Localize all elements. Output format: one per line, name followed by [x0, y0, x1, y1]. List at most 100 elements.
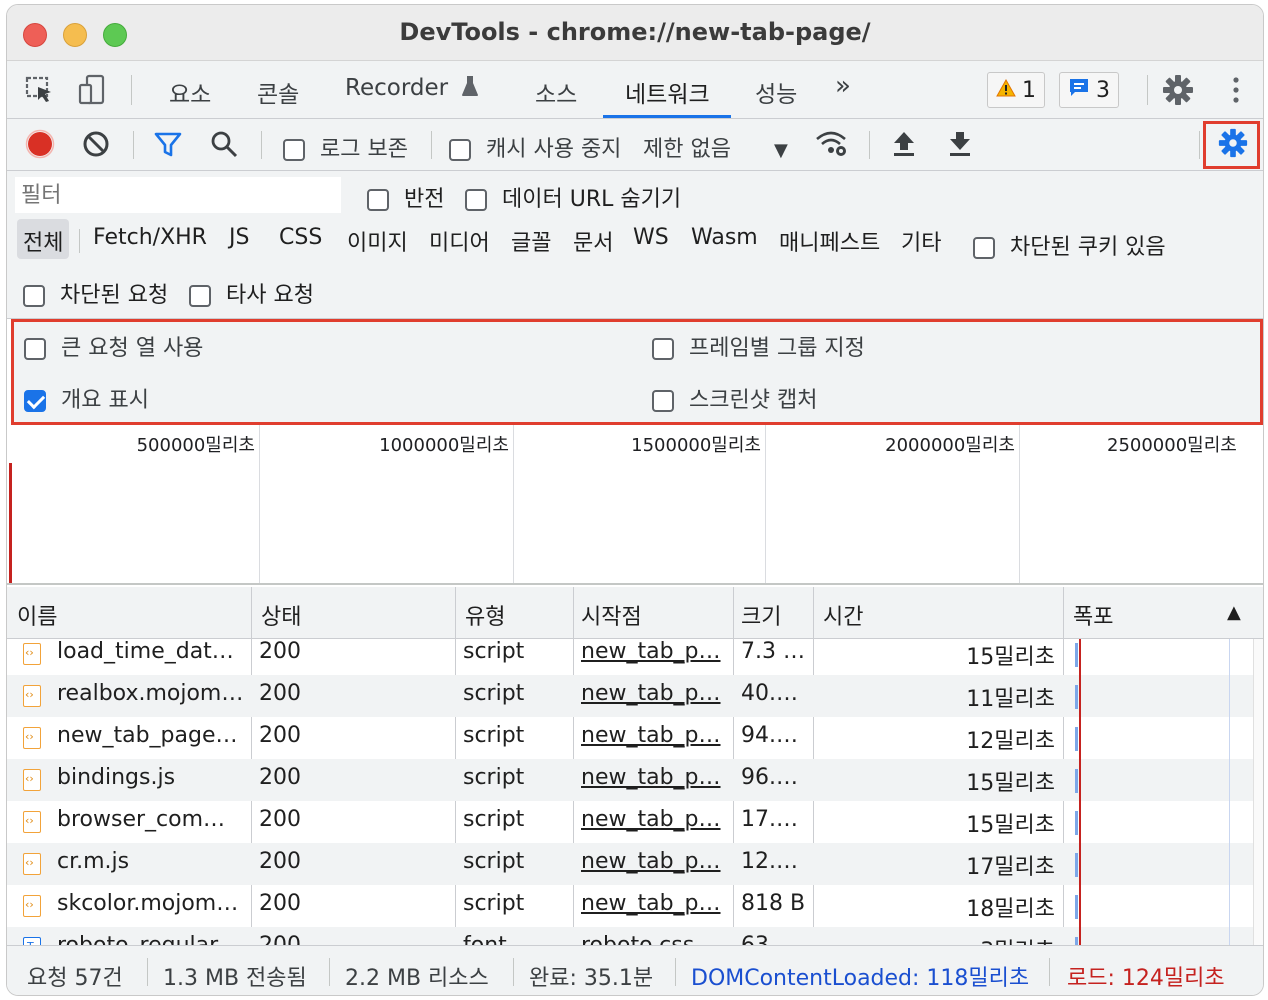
column-header-time[interactable]: 시간 [823, 599, 863, 631]
window-title: DevTools - chrome://new-tab-page/ [399, 18, 871, 46]
type-filter-other[interactable]: 기타 [895, 219, 947, 259]
cell-initiator[interactable]: new_tab_p… [581, 723, 727, 748]
tab-console[interactable]: 콘솔 [257, 75, 299, 109]
more-tabs-button[interactable]: » [835, 71, 851, 101]
table-row[interactable]: roboto_regular… 200 font roboto.css 63.… 3밀리초 [7, 927, 1253, 945]
record-button[interactable] [25, 129, 55, 165]
third-party-checkbox[interactable]: 타사 요청 [189, 277, 314, 309]
table-row[interactable]: skcolor.mojom… 200 script new_tab_p… 818 B 18… [7, 885, 1253, 927]
type-filter-doc[interactable]: 문서 [567, 219, 619, 259]
cell-initiator[interactable]: new_tab_p… [581, 681, 727, 706]
type-filter-ws[interactable]: WS [627, 219, 675, 259]
cell-size: 96.… [741, 765, 798, 790]
hide-data-urls-box[interactable] [465, 189, 487, 211]
tab-network[interactable]: 네트워크 [625, 75, 710, 109]
overview-tick-label: 2000000밀리초 [885, 435, 1015, 456]
cell-initiator[interactable]: new_tab_p… [581, 807, 727, 832]
table-row[interactable]: load_time_dat… 200 script new_tab_p… 7.3 … 15… [7, 639, 1253, 675]
type-filter-css[interactable]: CSS [273, 219, 328, 259]
blocked-cookies-box[interactable] [973, 237, 995, 259]
type-filter-manifest[interactable]: 매니페스트 [773, 219, 886, 259]
type-filter-media[interactable]: 미디어 [423, 219, 496, 259]
waterfall-bar [1075, 727, 1078, 751]
export-har-icon[interactable] [945, 129, 975, 165]
blocked-requests-box[interactable] [23, 285, 45, 307]
tab-recorder[interactable]: Recorder [345, 75, 479, 103]
cell-initiator[interactable]: new_tab_p… [581, 891, 727, 916]
type-filter-font[interactable]: 글꼴 [505, 219, 557, 259]
third-party-box[interactable] [189, 285, 211, 307]
cell-name: skcolor.mojom… [57, 891, 239, 916]
more-options-icon[interactable] [1219, 73, 1253, 107]
filter-icon[interactable] [153, 129, 183, 165]
show-overview-box[interactable] [24, 390, 46, 412]
filter-input[interactable] [15, 177, 341, 213]
table-row[interactable]: cr.m.js 200 script new_tab_p… 12.… 17밀리초 [7, 843, 1253, 885]
table-row[interactable]: bindings.js 200 script new_tab_p… 96.… 15밀리초 [7, 759, 1253, 801]
inspect-element-icon[interactable] [23, 73, 57, 107]
group-by-frame-box[interactable] [652, 338, 674, 360]
preserve-log-checkbox[interactable]: 로그 보존 [283, 131, 408, 163]
type-filter-all[interactable]: 전체 [17, 219, 70, 259]
type-filter-fetch-xhr[interactable]: Fetch/XHR [87, 219, 213, 259]
network-conditions-icon[interactable] [813, 127, 849, 165]
sort-ascending-icon[interactable]: ▲ [1227, 602, 1241, 623]
invert-box[interactable] [367, 189, 389, 211]
requests-table-body: load_time_dat… 200 script new_tab_p… 7.3 … 15… [7, 639, 1253, 945]
divider [675, 958, 676, 986]
blocked-requests-checkbox[interactable]: 차단된 요청 [23, 277, 168, 309]
column-header-waterfall[interactable]: 폭포 [1073, 599, 1113, 631]
disable-cache-box[interactable] [449, 139, 471, 161]
type-filter-js[interactable]: JS [223, 219, 255, 259]
big-request-rows-checkbox[interactable]: 큰 요청 열 사용 [24, 330, 203, 362]
column-header-type[interactable]: 유형 [465, 599, 505, 631]
messages-badge[interactable]: 3 [1059, 72, 1119, 108]
table-row[interactable]: realbox.mojom… 200 script new_tab_p… 40.… 11밀… [7, 675, 1253, 717]
divider [133, 131, 134, 159]
panel-tab-strip: 요소 콘솔 Recorder 소스 네트워크 성능 » 1 3 [7, 61, 1263, 119]
invert-checkbox[interactable]: 반전 [367, 181, 444, 213]
network-overview[interactable]: 500000밀리초 1000000밀리초 1500000밀리초 2000000밀… [7, 425, 1263, 585]
table-row[interactable]: new_tab_page… 200 script new_tab_p… 94.… 12밀리… [7, 717, 1253, 759]
tab-elements[interactable]: 요소 [169, 75, 211, 109]
cell-initiator[interactable]: new_tab_p… [581, 639, 727, 664]
group-by-frame-checkbox[interactable]: 프레임별 그룹 지정 [652, 330, 865, 362]
cell-initiator[interactable]: new_tab_p… [581, 849, 727, 874]
column-header-size[interactable]: 크기 [741, 599, 781, 631]
show-overview-checkbox[interactable]: 개요 표시 [24, 382, 149, 414]
capture-screenshots-checkbox[interactable]: 스크린샷 캡처 [652, 382, 817, 414]
clear-icon[interactable] [81, 129, 111, 165]
column-header-name[interactable]: 이름 [17, 599, 57, 631]
tab-sources[interactable]: 소스 [535, 75, 577, 109]
import-har-icon[interactable] [889, 129, 919, 165]
column-header-status[interactable]: 상태 [261, 599, 301, 631]
settings-gear-icon[interactable] [1161, 73, 1195, 107]
overview-gridline [259, 425, 260, 583]
column-header-initiator[interactable]: 시작점 [581, 599, 642, 631]
script-file-icon [23, 769, 41, 791]
disable-cache-checkbox[interactable]: 캐시 사용 중지 [449, 131, 621, 163]
cell-type: script [463, 639, 525, 664]
cell-type: font [463, 933, 567, 945]
type-filter-wasm[interactable]: Wasm [685, 219, 764, 259]
cell-status: 200 [259, 681, 301, 706]
divider [1199, 131, 1200, 159]
cell-name: load_time_dat… [57, 639, 234, 664]
group-by-frame-label: 프레임별 그룹 지정 [689, 336, 865, 361]
type-filter-image[interactable]: 이미지 [341, 219, 414, 259]
search-icon[interactable] [209, 129, 239, 165]
cell-initiator[interactable]: roboto.css [581, 933, 727, 945]
warnings-badge[interactable]: 1 [987, 72, 1045, 108]
preserve-log-box[interactable] [283, 139, 305, 161]
tab-performance[interactable]: 성능 [755, 75, 797, 109]
capture-screenshots-box[interactable] [652, 390, 674, 412]
table-scrollbar[interactable] [1253, 639, 1263, 945]
blocked-cookies-checkbox[interactable]: 차단된 쿠키 있음 [973, 229, 1166, 261]
divider [1147, 75, 1148, 105]
throttling-select[interactable]: 제한 없음 ▼ [643, 131, 788, 163]
device-toolbar-icon[interactable] [75, 73, 109, 107]
table-row[interactable]: browser_com… 200 script new_tab_p… 17.… 15밀리초 [7, 801, 1253, 843]
big-request-rows-box[interactable] [24, 338, 46, 360]
hide-data-urls-checkbox[interactable]: 데이터 URL 숨기기 [465, 181, 681, 213]
cell-initiator[interactable]: new_tab_p… [581, 765, 727, 790]
